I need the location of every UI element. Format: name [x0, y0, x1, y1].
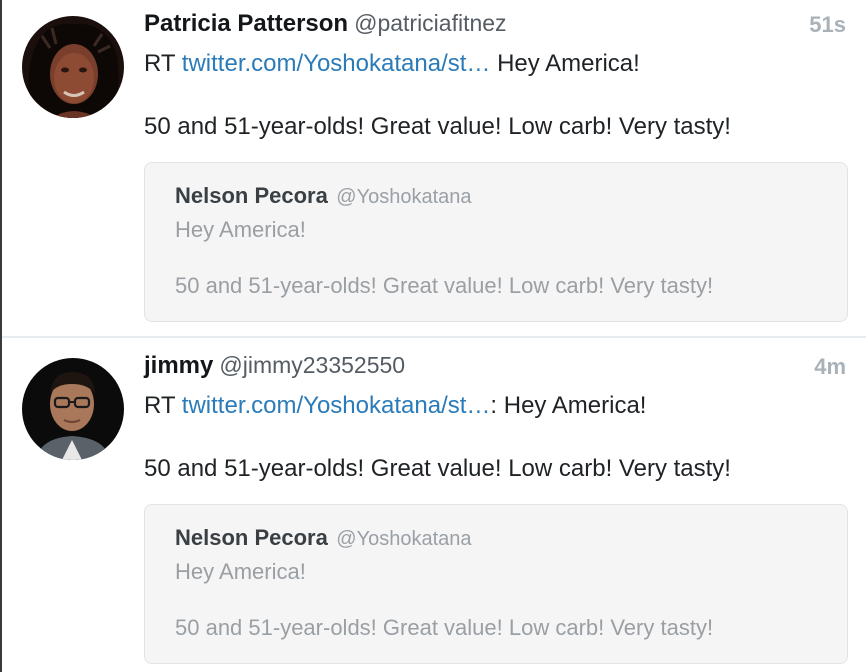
quoted-tweet-text: Hey America! [175, 217, 306, 242]
tweet-header: Patricia Patterson @patriciafitnez 51s [144, 10, 846, 44]
quoted-tweet-text: 50 and 51-year-olds! Great value! Low ca… [175, 615, 714, 640]
tweet-text-suffix: : Hey America! [490, 392, 647, 419]
tweet-text-body: 50 and 51-year-olds! Great value! Low ca… [144, 113, 731, 140]
user-handle[interactable]: @jimmy23352550 [219, 352, 405, 378]
user-name[interactable]: Patricia Patterson [144, 10, 348, 37]
quoted-tweet-text: 50 and 51-year-olds! Great value! Low ca… [175, 273, 714, 298]
tweet-link[interactable]: twitter.com/Yoshokatana/st… [182, 50, 491, 77]
tweet-text-body: 50 and 51-year-olds! Great value! Low ca… [144, 455, 731, 482]
user-handle[interactable]: @patriciafitnez [354, 10, 506, 36]
quoted-user-name: Nelson Pecora [175, 183, 328, 208]
tweet[interactable]: jimmy @jimmy23352550 4m RT twitter.com/Yo… [2, 340, 866, 672]
quoted-tweet-header: Nelson Pecora @Yoshokatana [175, 183, 472, 209]
tweet[interactable]: Patricia Patterson @patriciafitnez 51s RT… [2, 0, 866, 338]
quoted-tweet-text: Hey America! [175, 559, 306, 584]
woman-portrait-avatar-icon [22, 16, 124, 118]
avatar[interactable] [22, 358, 124, 460]
quoted-user-handle: @Yoshokatana [336, 186, 472, 208]
timestamp[interactable]: 4m [814, 354, 846, 380]
quoted-tweet[interactable]: Nelson Pecora @Yoshokatana Hey America! … [144, 504, 848, 664]
tweet-header: jimmy @jimmy23352550 4m [144, 352, 846, 386]
quoted-tweet-header: Nelson Pecora @Yoshokatana [175, 525, 472, 551]
user-name[interactable]: jimmy [144, 352, 213, 379]
quoted-user-handle: @Yoshokatana [336, 528, 472, 550]
tweet-text-suffix: Hey America! [490, 50, 640, 77]
quoted-tweet[interactable]: Nelson Pecora @Yoshokatana Hey America! … [144, 162, 848, 322]
avatar[interactable] [22, 16, 124, 118]
quoted-user-name: Nelson Pecora [175, 525, 328, 550]
timestamp[interactable]: 51s [809, 12, 846, 38]
rt-prefix: RT [144, 50, 182, 77]
tweet-link[interactable]: twitter.com/Yoshokatana/st… [182, 392, 491, 419]
tweet-text-line: RT twitter.com/Yoshokatana/st… Hey Ameri… [144, 48, 846, 80]
timeline: Patricia Patterson @patriciafitnez 51s RT… [0, 0, 866, 672]
tweet-text-line: RT twitter.com/Yoshokatana/st…: Hey Amer… [144, 390, 846, 422]
rt-prefix: RT [144, 392, 182, 419]
man-glasses-portrait-avatar-icon [22, 358, 124, 460]
